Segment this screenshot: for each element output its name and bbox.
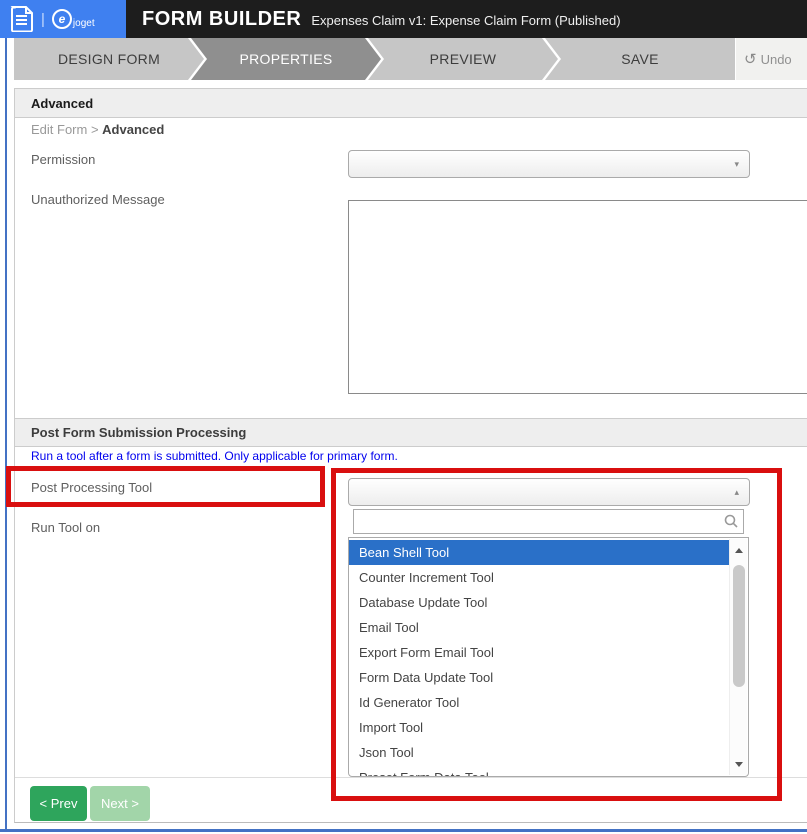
dropdown-option[interactable]: Export Form Email Tool	[349, 640, 729, 665]
permission-label: Permission	[31, 152, 96, 167]
dropdown-option[interactable]: Bean Shell Tool	[349, 540, 729, 565]
properties-panel: Advanced Edit Form > Advanced Permission…	[14, 88, 807, 823]
dropdown-option[interactable]: Preset Form Data Tool	[349, 765, 729, 776]
builder-nav: DESIGN FORM PROPERTIES PREVIEW SAVE ↺ Un…	[14, 38, 807, 80]
permission-select[interactable]: ▾	[348, 150, 750, 178]
dropdown-option[interactable]: Json Tool	[349, 740, 729, 765]
post-processing-tool-select[interactable]: ▴	[348, 478, 750, 506]
form-name-subtitle: Expenses Claim v1: Expense Claim Form (P…	[311, 12, 621, 28]
scroll-down-icon[interactable]	[730, 755, 748, 773]
dropdown-option[interactable]: Email Tool	[349, 615, 729, 640]
logo-divider: |	[41, 10, 45, 28]
post-processing-tool-label: Post Processing Tool	[31, 480, 153, 495]
dropdown-scrollbar[interactable]	[729, 539, 747, 775]
dropdown-options: Bean Shell Tool Counter Increment Tool D…	[349, 540, 729, 776]
joget-logo-letter: e	[51, 9, 72, 29]
unauthorized-message-textarea[interactable]	[348, 200, 807, 394]
run-tool-on-label: Run Tool on	[31, 520, 101, 535]
unauthorized-message-label: Unauthorized Message	[31, 192, 165, 207]
tab-properties[interactable]: PROPERTIES	[191, 38, 381, 80]
undo-button[interactable]: ↺ Undo	[736, 38, 807, 80]
tab-design-form[interactable]: DESIGN FORM	[14, 38, 204, 80]
section-header-advanced: Advanced	[15, 89, 807, 118]
app-title: FORM BUILDER	[142, 7, 302, 30]
breadcrumb-parent[interactable]: Edit Form	[31, 122, 87, 137]
post-processing-hint: Run a tool after a form is submitted. On…	[31, 449, 398, 463]
breadcrumb-separator: >	[87, 122, 103, 137]
header-titles: FORM BUILDER Expenses Claim v1: Expense …	[126, 8, 621, 31]
dropdown-option[interactable]: Database Update Tool	[349, 590, 729, 615]
dropdown-option[interactable]: Form Data Update Tool	[349, 665, 729, 690]
scroll-up-icon[interactable]	[730, 541, 748, 559]
prev-button[interactable]: < Prev	[30, 786, 87, 821]
window-frame-left	[5, 38, 7, 831]
joget-logo-icon[interactable]: e joget	[51, 9, 95, 29]
form-builder-window: | e joget FORM BUILDER Expenses Claim v1…	[0, 0, 807, 834]
search-icon	[723, 513, 739, 534]
app-header: | e joget FORM BUILDER Expenses Claim v1…	[0, 0, 807, 38]
tab-preview[interactable]: PREVIEW	[368, 38, 558, 80]
scrollbar-thumb[interactable]	[733, 565, 745, 687]
chevron-down-icon: ▾	[734, 158, 739, 169]
document-icon	[10, 6, 34, 32]
chevron-up-icon: ▴	[734, 486, 739, 497]
undo-icon: ↺	[744, 51, 757, 68]
dropdown-search-input[interactable]	[356, 512, 716, 531]
section-header-post-processing: Post Form Submission Processing	[15, 418, 807, 447]
breadcrumb: Edit Form > Advanced	[31, 122, 164, 137]
tab-save[interactable]: SAVE	[545, 38, 735, 80]
joget-logo-word: joget	[72, 18, 95, 29]
dropdown-search-box	[353, 509, 744, 534]
breadcrumb-current: Advanced	[102, 122, 165, 137]
dropdown-option[interactable]: Import Tool	[349, 715, 729, 740]
undo-label: Undo	[760, 51, 792, 67]
dropdown-option-list: Bean Shell Tool Counter Increment Tool D…	[348, 537, 749, 777]
dropdown-option[interactable]: Id Generator Tool	[349, 690, 729, 715]
dropdown-option[interactable]: Counter Increment Tool	[349, 565, 729, 590]
footer-divider	[15, 777, 807, 778]
window-frame-bottom	[0, 829, 807, 832]
logo-block[interactable]: | e joget	[0, 0, 126, 38]
next-button-disabled: Next >	[90, 786, 150, 821]
